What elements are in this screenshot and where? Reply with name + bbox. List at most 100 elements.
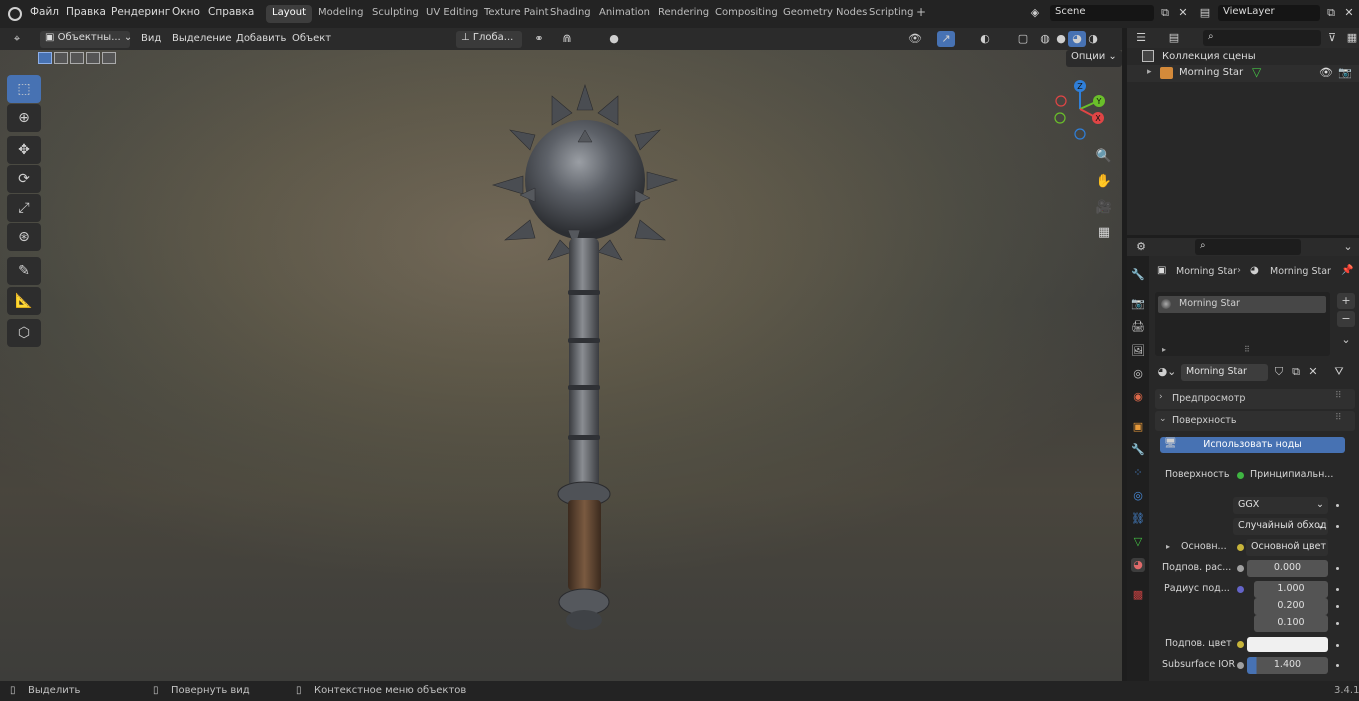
menu-file[interactable]: Файл xyxy=(30,6,59,18)
menu-view[interactable]: Вид xyxy=(141,33,161,44)
move-tool-icon[interactable]: ✥ xyxy=(7,136,41,164)
mesh-data-icon[interactable]: ▽ xyxy=(1252,65,1261,79)
view-layer-icon[interactable]: ▤ xyxy=(1196,5,1214,21)
view-layer-tab-icon[interactable]: 🖼 xyxy=(1131,344,1145,358)
new-collection-icon[interactable]: ▦ xyxy=(1343,30,1359,46)
menu-select[interactable]: Выделение xyxy=(172,33,232,44)
tab-geometry-nodes[interactable]: Geometry Nodes xyxy=(777,5,873,23)
output-tab-icon[interactable]: 🖨 xyxy=(1131,320,1145,334)
render-camera-icon[interactable]: 📷 xyxy=(1338,66,1352,79)
radius-y-field[interactable]: 0.200 xyxy=(1254,598,1328,615)
scene-icon[interactable]: ◈ xyxy=(1026,5,1044,21)
snap-icon[interactable]: ⋒ xyxy=(558,31,576,47)
menu-render[interactable]: Рендеринг xyxy=(111,6,170,18)
tab-scripting[interactable]: Scripting xyxy=(863,5,919,23)
orientation-dropdown[interactable]: ⊥ Глоба... xyxy=(456,31,522,48)
render-shading-icon[interactable]: ◑ xyxy=(1084,31,1102,47)
particles-tab-icon[interactable]: ⁘ xyxy=(1131,466,1145,480)
preview-panel-header[interactable]: › Предпросмотр ⠿ xyxy=(1155,389,1355,409)
select-box-tool-icon[interactable]: ⬚ xyxy=(7,75,41,103)
base-color-link-field[interactable]: Основной цвет xyxy=(1246,539,1328,556)
menu-edit[interactable]: Правка xyxy=(66,6,106,18)
material-slot-item[interactable]: Morning Star xyxy=(1158,296,1326,313)
surface-drag-icon[interactable]: ⠿ xyxy=(1335,413,1342,423)
surface-shader-value[interactable]: Принципиальн... xyxy=(1250,469,1333,480)
pan-hand-icon[interactable]: ✋ xyxy=(1092,171,1116,193)
neg-x-axis-dot[interactable] xyxy=(1055,95,1067,107)
scene-tab-icon[interactable]: ◎ xyxy=(1131,367,1145,381)
transform-tool-icon[interactable]: ⊛ xyxy=(7,223,41,251)
blender-logo-icon[interactable] xyxy=(8,7,22,21)
outliner-editor-type-icon[interactable]: ☰ xyxy=(1132,30,1150,46)
outliner-row-morning-star[interactable]: ▸ Morning Star ▽ 👁 📷 xyxy=(1127,65,1359,82)
object-tab-icon[interactable]: ▣ xyxy=(1131,420,1145,434)
rotate-tool-icon[interactable]: ⟳ xyxy=(7,165,41,193)
surface-panel-header[interactable]: ⌄ Поверхность ⠿ xyxy=(1155,411,1355,431)
properties-options-icon[interactable]: ⌄ xyxy=(1339,239,1357,255)
gizmo-toggle-icon[interactable]: ↗ xyxy=(937,31,955,47)
data-tab-icon[interactable]: ▽ xyxy=(1131,535,1145,549)
new-scene-icon[interactable]: ⧉ xyxy=(1156,5,1174,21)
tab-uv-editing[interactable]: UV Editing xyxy=(420,5,484,23)
tab-sculpting[interactable]: Sculpting xyxy=(366,5,425,23)
outliner-row-scene-collection[interactable]: Коллекция сцены xyxy=(1140,49,1359,65)
slot-specials-icon[interactable]: ⌄ xyxy=(1337,332,1355,348)
world-tab-icon[interactable]: ◉ xyxy=(1131,390,1145,404)
menu-help[interactable]: Справка xyxy=(208,6,254,18)
material-name-field[interactable]: Morning Star xyxy=(1181,364,1268,381)
filter-icon[interactable]: ⊽ xyxy=(1323,30,1341,46)
unlink-material-icon[interactable]: ✕ xyxy=(1304,364,1322,380)
view-layer-field[interactable]: ViewLayer xyxy=(1218,5,1320,21)
axis-gizmo[interactable]: Z Y X xyxy=(1050,75,1114,143)
pivot-icon[interactable]: ⚭ xyxy=(530,31,548,47)
scale-tool-icon[interactable]: ⤢ xyxy=(7,194,41,222)
subsurface-color-swatch[interactable] xyxy=(1247,637,1328,652)
proportional-edit-icon[interactable]: ● xyxy=(605,31,623,47)
pin-icon[interactable]: 📌 xyxy=(1341,265,1353,276)
preview-drag-icon[interactable]: ⠿ xyxy=(1335,391,1342,401)
visibility-icon[interactable]: 👁 xyxy=(906,31,924,47)
close-view-layer-icon[interactable]: ✕ xyxy=(1340,5,1358,21)
modifier-tab-icon[interactable]: 🔧 xyxy=(1131,443,1145,457)
scene-field[interactable]: Scene xyxy=(1050,5,1154,21)
list-resize-grip-icon[interactable]: ⠿ xyxy=(1244,345,1250,354)
radius-x-field[interactable]: 1.000 xyxy=(1254,581,1328,598)
constraints-tab-icon[interactable]: ⛓ xyxy=(1131,512,1145,526)
tab-layout[interactable]: Layout xyxy=(266,5,312,23)
duplicate-material-icon[interactable]: ⧉ xyxy=(1287,364,1305,380)
measure-tool-icon[interactable]: 📐 xyxy=(7,287,41,315)
outliner-search-input[interactable]: ⌕ xyxy=(1203,30,1321,46)
material-tab-icon[interactable]: ◕ xyxy=(1131,558,1145,572)
mode-dropdown[interactable]: ▣ Объектны... ⌄ xyxy=(40,31,132,48)
browse-material-icon[interactable]: ◕⌄ xyxy=(1155,364,1179,380)
neg-y-axis-dot[interactable] xyxy=(1054,112,1066,124)
editor-type-icon[interactable]: ⌖ xyxy=(8,31,26,47)
render-tab-icon[interactable]: 📷 xyxy=(1131,297,1145,311)
visibility-eye-icon[interactable]: 👁 xyxy=(1319,66,1333,79)
overlay-icon[interactable]: ◐ xyxy=(976,31,994,47)
close-scene-icon[interactable]: ✕ xyxy=(1174,5,1192,21)
texture-tab-icon[interactable]: ▩ xyxy=(1131,588,1145,602)
menu-add[interactable]: Добавить xyxy=(236,33,286,44)
add-slot-icon[interactable]: + xyxy=(1337,293,1355,309)
radius-z-field[interactable]: 0.100 xyxy=(1254,615,1328,632)
subsurface-method-dropdown[interactable]: Случайный обход ⌄ xyxy=(1233,518,1328,535)
list-expand-icon[interactable]: ▸ xyxy=(1162,345,1166,354)
select-intersect-icon[interactable] xyxy=(102,52,116,64)
use-nodes-button[interactable]: 🖥 Использовать ноды xyxy=(1160,437,1345,453)
subsurface-value-field[interactable]: 0.000 xyxy=(1247,560,1328,577)
cursor-tool-icon[interactable]: ⊕ xyxy=(7,104,41,132)
options-dropdown[interactable]: Опции ⌄ xyxy=(1066,50,1122,67)
distribution-dropdown[interactable]: GGX ⌄ xyxy=(1233,497,1328,514)
subsurface-ior-field[interactable]: 1.400 xyxy=(1247,657,1328,674)
tab-rendering[interactable]: Rendering xyxy=(652,5,715,23)
select-extend-icon[interactable] xyxy=(54,52,68,64)
xray-icon[interactable]: ▢ xyxy=(1014,31,1032,47)
tool-tab-icon[interactable]: 🔧 xyxy=(1131,268,1145,282)
menu-window[interactable]: Окно xyxy=(172,6,200,18)
select-invert-icon[interactable] xyxy=(86,52,100,64)
fake-user-icon[interactable]: ⛉ xyxy=(1270,364,1288,380)
new-view-layer-icon[interactable]: ⧉ xyxy=(1322,5,1340,21)
remove-slot-icon[interactable]: − xyxy=(1337,311,1355,327)
expand-arrow-icon[interactable]: ▸ xyxy=(1147,67,1152,77)
